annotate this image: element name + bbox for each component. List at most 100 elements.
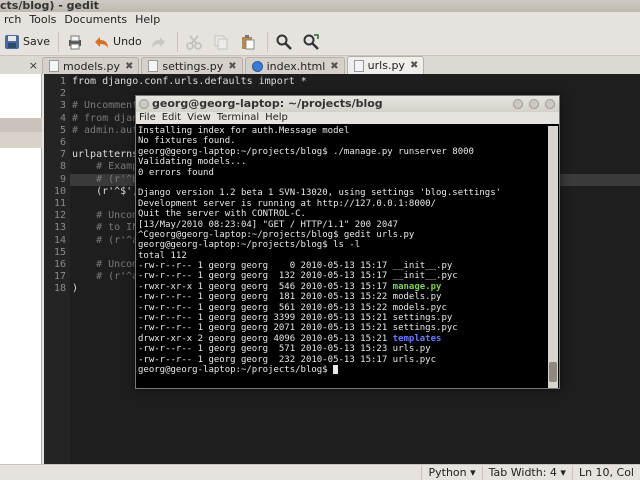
terminal-line-text: 0 errors found [138,167,214,178]
minimize-icon[interactable] [513,99,523,109]
undo-button[interactable]: Undo [90,30,146,54]
terminal-scrollbar[interactable] [548,126,558,388]
terminal-menu-terminal[interactable]: Terminal [214,112,262,124]
terminal-window[interactable]: georg@georg-laptop: ~/projects/blog File… [135,95,560,389]
search-replace-button[interactable] [299,30,326,54]
terminal-cursor [333,364,339,374]
menu-documents[interactable]: Documents [60,12,131,28]
terminal-line-text: Validating models... [138,157,247,168]
language-selector[interactable]: Python ▾ [421,465,481,480]
line-number: 16 [53,259,66,270]
gedit-menubar: rch Tools Documents Help [0,12,640,28]
line-number: 18 [53,283,66,295]
terminal-line-text: -rw-r--r-- 1 georg georg 132 2010-05-13 … [138,271,393,282]
paste-button[interactable] [236,30,263,54]
code-line: from django.conf.urls.defaults import * [72,76,307,87]
terminal-line: georg@georg-laptop:~/projects/blog$ [138,364,548,375]
line-number: 7 [59,149,66,161]
terminal-scrollbar-thumb[interactable] [549,362,557,382]
line-number: 10 [53,185,66,197]
tab-models-py[interactable]: models.py ✖ [42,57,140,74]
side-panel-close-icon[interactable]: × [0,56,42,74]
web-file-icon [251,60,263,72]
terminal-line-text: [13/May/2010 08:23:04] "GET / HTTP/1.1" … [138,219,399,230]
terminal-filename: urls.pyc [392,354,437,365]
line-number: 15 [53,246,66,258]
line-number: 4 [59,112,66,124]
terminal-output[interactable]: Installing index for auth.Message model N… [138,126,548,388]
menu-search[interactable]: rch [0,12,25,28]
tab-width-selector[interactable]: Tab Width: 4 ▾ [481,465,572,480]
search-replace-icon [303,33,319,50]
tab-label: models.py [63,59,120,73]
tab-close-icon[interactable]: ✖ [410,60,418,71]
code-line: (r'^$', [72,185,145,197]
redo-icon [151,36,165,48]
tab-close-icon[interactable]: ✖ [228,61,236,72]
redo-button[interactable] [146,30,173,54]
tab-label: urls.py [367,59,405,72]
tab-close-icon[interactable]: ✖ [125,61,133,72]
print-icon [69,35,82,49]
terminal-menu-edit[interactable]: Edit [159,112,184,124]
terminal-line: -rw-r--r-- 1 georg georg 571 2010-05-13 … [138,344,548,354]
terminal-filename: manage.py [392,281,442,292]
close-icon[interactable] [545,99,555,109]
terminal-line: [13/May/2010 08:23:04] "GET / HTTP/1.1" … [138,220,548,230]
terminal-line: Quit the server with CONTROL-C. [138,209,548,219]
terminal-line-text: No fixtures found. [138,136,236,147]
terminal-line: Installing index for auth.Message model [138,126,548,136]
toolbar-separator [266,31,268,52]
terminal-line-text: drwxr-xr-x 2 georg georg 4096 2010-05-13… [138,333,393,344]
tab-label: settings.py [162,59,224,73]
tab-urls-py[interactable]: urls.py ✖ [346,56,425,74]
terminal-line: No fixtures found. [138,136,548,146]
terminal-menu-file[interactable]: File [136,112,159,124]
line-number: 8 [59,161,66,173]
terminal-line-text: ^Cgeorg@georg-laptop:~/projects/blog$ ge… [138,229,415,240]
line-number: 3 [59,100,66,112]
terminal-line: -rw-r--r-- 1 georg georg 0 2010-05-13 15… [138,261,548,271]
cut-icon [186,35,202,50]
cut-button[interactable] [182,30,209,54]
search-button[interactable] [272,30,299,54]
terminal-menu-view[interactable]: View [184,112,214,124]
side-panel[interactable] [0,74,42,464]
print-button[interactable] [63,30,90,54]
gedit-toolbar: Save Undo [0,28,640,56]
terminal-menu-help[interactable]: Help [262,112,291,124]
terminal-line-text: -rw-r--r-- 1 georg georg 232 2010-05-13 … [138,354,393,365]
terminal-line-text: total 112 [138,250,187,261]
terminal-line: total 112 [138,251,548,261]
window-menu-icon[interactable] [139,99,149,109]
terminal-line-text: Quit the server with CONTROL-C. [138,209,306,220]
terminal-line: -rw-r--r-- 1 georg georg 3399 2010-05-13… [138,313,548,323]
menu-tools[interactable]: Tools [25,12,60,28]
tab-close-icon[interactable]: ✖ [330,61,338,72]
menu-help[interactable]: Help [131,12,164,28]
copy-button[interactable] [209,30,236,54]
copy-icon [214,35,228,49]
file-icon [49,60,59,72]
line-number: 6 [59,137,66,148]
terminal-line-text: Installing index for auth.Message model [138,126,350,136]
terminal-line: -rw-r--r-- 1 georg georg 181 2010-05-13 … [138,292,548,302]
tab-settings-py[interactable]: settings.py ✖ [141,57,243,74]
search-icon [276,34,292,50]
terminal-filename: settings.py [392,313,453,324]
tab-index-html[interactable]: index.html ✖ [244,57,345,74]
terminal-line: -rw-r--r-- 1 georg georg 561 2010-05-13 … [138,303,548,313]
side-panel-item[interactable] [0,132,42,148]
terminal-filename: settings.pyc [392,323,458,334]
terminal-line-text: -rw-r--r-- 1 georg georg 3399 2010-05-13… [138,313,393,324]
status-bar: Python ▾ Tab Width: 4 ▾ Ln 10, Col [0,464,640,480]
terminal-filename: __init__.pyc [392,271,458,282]
maximize-icon[interactable] [529,99,539,109]
terminal-line-text: Development server is running at http://… [138,198,437,209]
terminal-line: Validating models... [138,157,548,167]
line-number: 17 [53,271,66,283]
terminal-line-text: georg@georg-laptop:~/projects/blog$ ./ma… [138,146,474,157]
save-button[interactable]: Save [0,30,54,54]
line-number: 14 [53,234,66,246]
